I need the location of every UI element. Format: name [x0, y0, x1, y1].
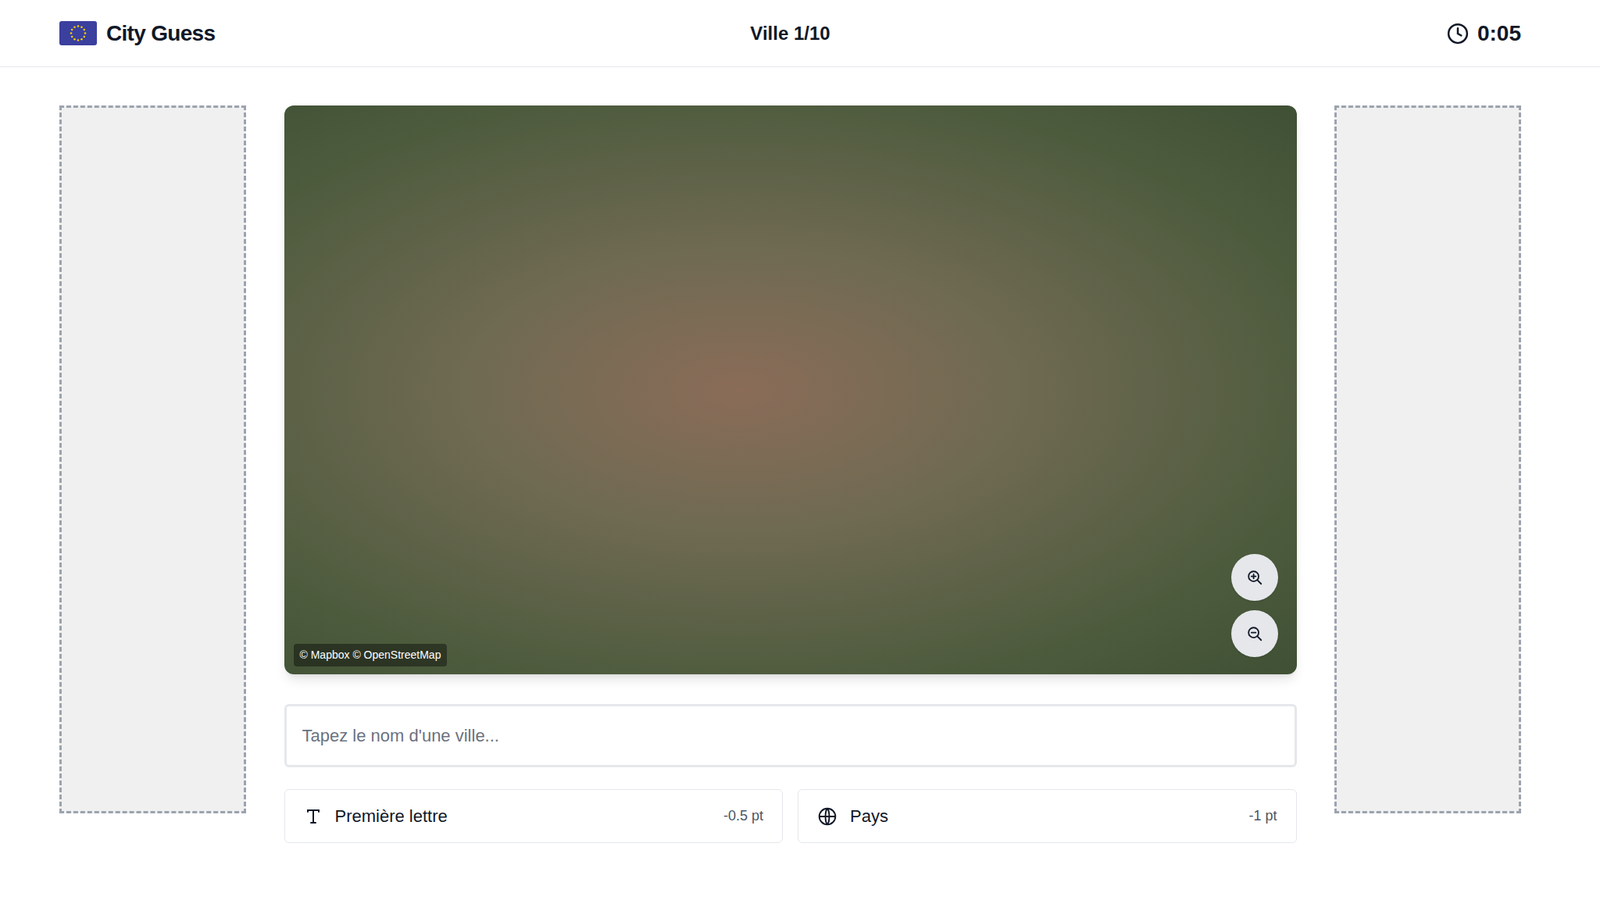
hint-cost: -1 pt	[1248, 805, 1277, 827]
eu-flag-icon	[59, 21, 97, 46]
timer: 0:05	[1208, 17, 1522, 50]
hint-button[interactable]: Première lettre -0.5 pt	[284, 789, 784, 843]
zoom-in-icon	[1246, 568, 1264, 586]
map-attribution: © Mapbox © OpenStreetMap	[293, 643, 448, 667]
zoom-controls	[1231, 553, 1279, 658]
hint-button[interactable]: Pays -1 pt	[797, 789, 1297, 843]
satellite-map[interactable]: © Mapbox © OpenStreetMap	[284, 105, 1297, 675]
round-counter: Ville 1/10	[750, 19, 830, 48]
app-title: City Guess	[106, 17, 215, 50]
top-bar: City Guess Ville 1/10 0:05	[0, 0, 1600, 68]
city-input[interactable]	[284, 703, 1297, 768]
main-area: © Mapbox © OpenStreetMap Première lettre -…	[0, 67, 1600, 843]
clock-icon	[1446, 21, 1470, 46]
hint-row: Première lettre -0.5 pt Pays -1 pt	[284, 789, 1297, 843]
ad-slot-right	[1334, 105, 1522, 814]
hint-label: Première lettre	[335, 803, 448, 829]
zoom-out-button[interactable]	[1231, 610, 1279, 658]
brand: City Guess	[59, 17, 372, 50]
game-panel: © Mapbox © OpenStreetMap Première lettre -…	[284, 105, 1297, 843]
hint-label: Pays	[850, 803, 889, 829]
ad-slot-left	[59, 105, 247, 814]
text-icon	[303, 807, 323, 826]
hint-cost: -0.5 pt	[723, 805, 764, 827]
zoom-in-button[interactable]	[1231, 553, 1279, 601]
globe-icon	[817, 806, 838, 827]
zoom-out-icon	[1246, 625, 1264, 643]
timer-value: 0:05	[1477, 17, 1522, 50]
